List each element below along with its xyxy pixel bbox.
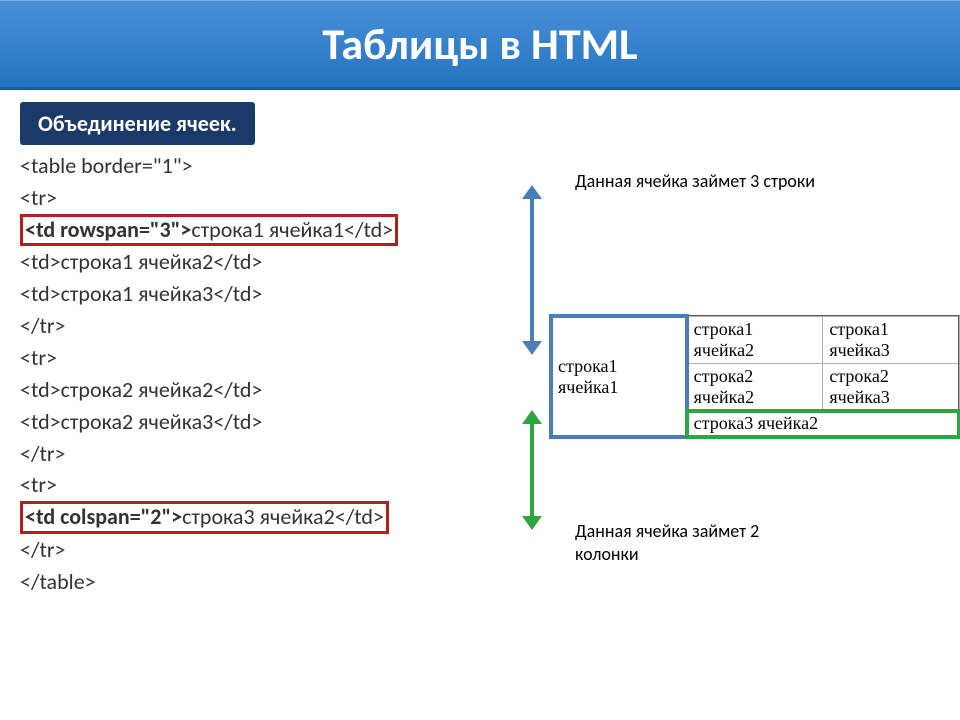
code-line: <tr> — [20, 182, 398, 214]
code-line: </tr> — [20, 438, 398, 470]
annotation-rowspan: Данная ячейка займет 3 строки — [575, 170, 825, 193]
code-line: <td>строка1 ячейка3</td> — [20, 278, 398, 310]
page-title: Таблицы в HTML — [322, 17, 637, 71]
code-token: <td rowspan="3"> — [25, 216, 191, 243]
table-cell: строка1 ячейка2 — [687, 316, 823, 364]
code-line: <tr> — [20, 469, 398, 501]
cell-rowspan: строка1 ячейка1 — [551, 316, 687, 437]
code-example: <table border="1"> <tr> <td rowspan="3">… — [20, 150, 398, 597]
code-line: </table> — [20, 566, 398, 598]
code-token: строка1 ячейка1</td> — [191, 216, 393, 243]
code-line: <td colspan="2">строка3 ячейка2</td> — [20, 501, 398, 533]
table-cell: строка2 ячейка3 — [823, 364, 959, 411]
code-line: <td>строка1 ячейка2</td> — [20, 246, 398, 278]
code-line: </tr> — [20, 310, 398, 342]
code-token: <td colspan="2"> — [25, 503, 182, 530]
code-line: <td>строка2 ячейка3</td> — [20, 406, 398, 438]
rowspan-highlight: <td rowspan="3">строка1 ячейка1</td> — [20, 214, 398, 246]
annotation-colspan: Данная ячейка займет 2 колонки — [575, 520, 825, 565]
code-line: </tr> — [20, 534, 398, 566]
code-line: <tr> — [20, 342, 398, 374]
table-row: строка1 ячейка1 строка1 ячейка2 строка1 … — [551, 316, 959, 364]
table-cell: строка2 ячейка2 — [687, 364, 823, 411]
cell-colspan: строка3 ячейка2 — [687, 411, 959, 438]
arrow-green-icon — [530, 420, 534, 520]
code-line: <table border="1"> — [20, 150, 398, 182]
code-line: <td rowspan="3">строка1 ячейка1</td> — [20, 214, 398, 246]
code-token: строка3 ячейка2</td> — [182, 503, 384, 530]
arrow-blue-icon — [530, 195, 534, 345]
subtitle-badge: Объединение ячеек. — [20, 102, 255, 145]
title-bar: Таблицы в HTML — [0, 0, 960, 90]
table-cell: строка1 ячейка3 — [823, 316, 959, 364]
rendered-table: строка1 ячейка1 строка1 ячейка2 строка1 … — [550, 315, 960, 438]
content-area: Объединение ячеек. <table border="1"> <t… — [0, 90, 960, 155]
colspan-highlight: <td colspan="2">строка3 ячейка2</td> — [20, 501, 389, 533]
code-line: <td>строка2 ячейка2</td> — [20, 374, 398, 406]
